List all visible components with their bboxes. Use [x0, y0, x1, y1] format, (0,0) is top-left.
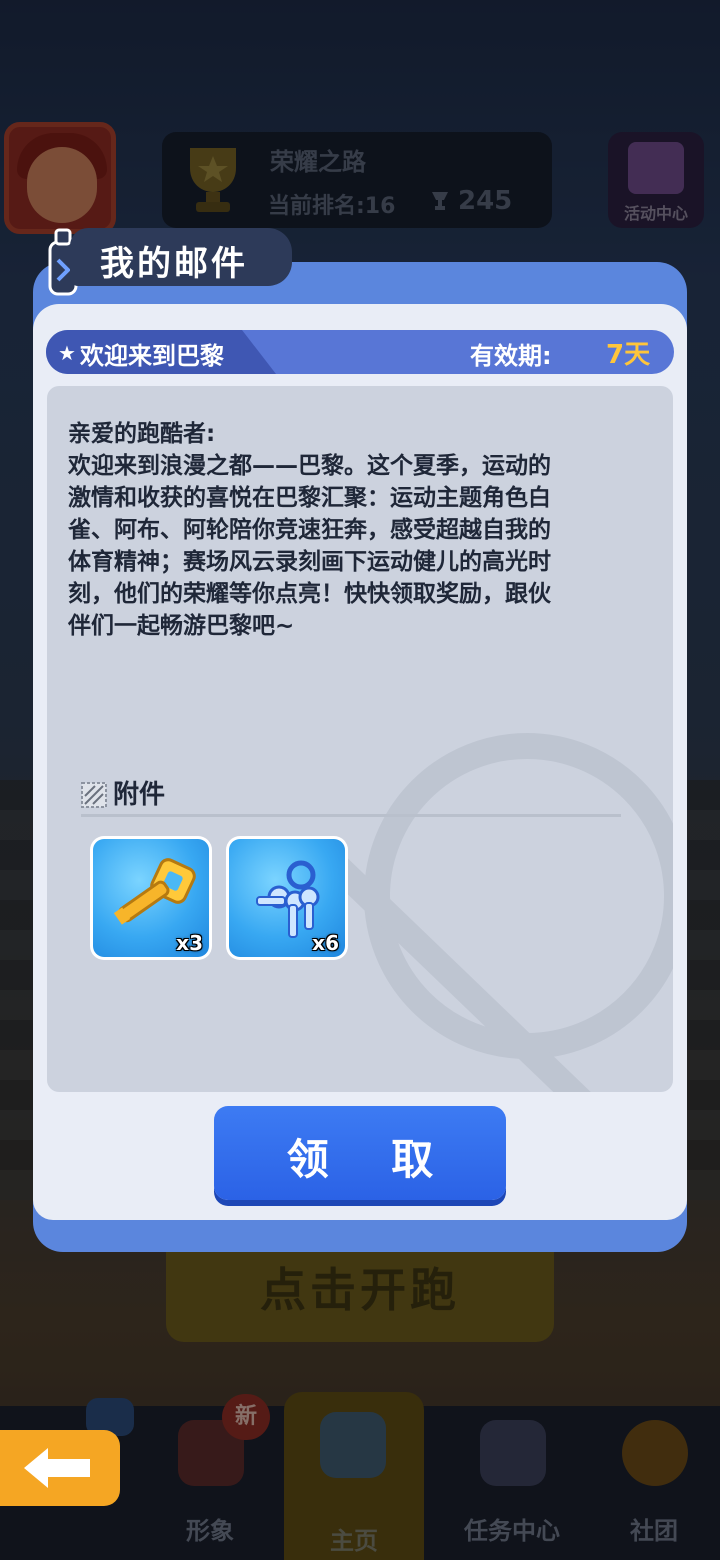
- mail-body-line: 亲爱的跑酷者:: [68, 421, 216, 447]
- mail-body: 亲爱的跑酷者: 欢迎来到浪漫之都——巴黎。这个夏季，运动的 激情和收获的喜悦在巴…: [68, 418, 648, 642]
- dialog-title-tab: 我的邮件: [70, 228, 292, 286]
- dialog-title: 我的邮件: [100, 244, 248, 284]
- mail-body-line: 雀、阿布、阿轮陪你竞速狂奔，感受超越自我的: [68, 517, 551, 543]
- expiry-value: 7天: [606, 340, 651, 370]
- divider: [81, 814, 621, 817]
- attachment-icon: [81, 782, 107, 808]
- expiry-label: 有效期:: [470, 342, 552, 370]
- attachment-quantity: x6: [312, 931, 339, 955]
- mail-body-line: 刻，他们的荣耀等你点亮！快快领取奖励，跟伙: [68, 581, 551, 607]
- claim-button[interactable]: 领 取: [214, 1106, 506, 1200]
- attachment-quantity: x3: [176, 931, 203, 955]
- mail-body-line: 伴们一起畅游巴黎吧~: [68, 613, 295, 639]
- star-icon: ★: [58, 341, 76, 365]
- attachments-label: 附件: [113, 780, 166, 810]
- mail-subject: 欢迎来到巴黎: [80, 342, 224, 370]
- back-button[interactable]: [0, 1430, 120, 1506]
- claim-button-label: 领 取: [286, 1135, 458, 1184]
- mail-body-line: 激情和收获的喜悦在巴黎汇聚：运动主题角色白: [68, 485, 551, 511]
- attachment-item-golden-key[interactable]: x3: [90, 836, 212, 960]
- attachment-item-blue-keys[interactable]: x6: [226, 836, 348, 960]
- mail-header-bar: ★ 欢迎来到巴黎 有效期: 7天: [46, 330, 674, 374]
- back-arrow-icon: [24, 1448, 90, 1488]
- mail-body-line: 欢迎来到浪漫之都——巴黎。这个夏季，运动的: [68, 453, 551, 479]
- mail-content-panel: 亲爱的跑酷者: 欢迎来到浪漫之都——巴黎。这个夏季，运动的 激情和收获的喜悦在巴…: [47, 386, 673, 1092]
- mail-body-line: 体育精神；赛场风云录刻画下运动健儿的高光时: [68, 549, 551, 575]
